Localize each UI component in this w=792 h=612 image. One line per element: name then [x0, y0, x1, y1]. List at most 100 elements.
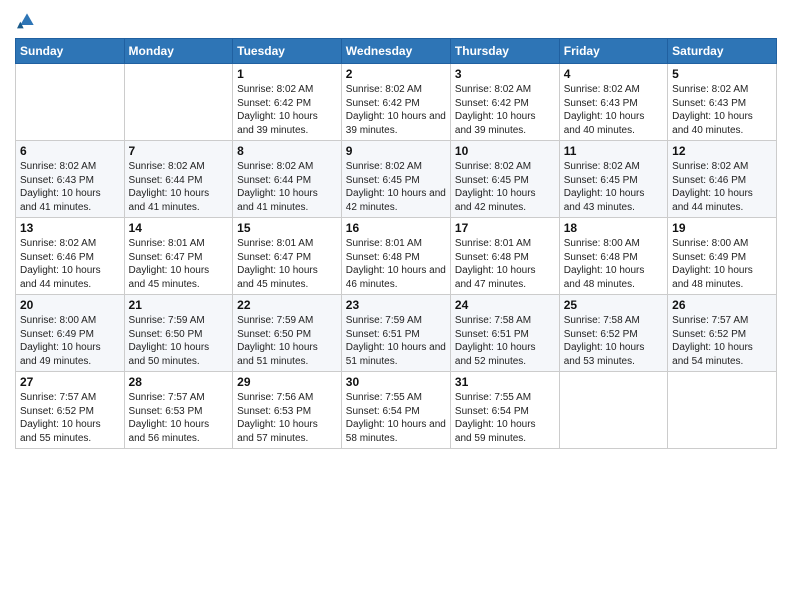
day-number: 28: [129, 375, 229, 389]
calendar-cell: 29 Sunrise: 7:56 AMSunset: 6:53 PMDayligh…: [233, 372, 342, 449]
calendar-table: SundayMondayTuesdayWednesdayThursdayFrid…: [15, 38, 777, 449]
header: [15, 10, 777, 30]
weekday-header: Monday: [124, 39, 233, 64]
calendar-cell: 25Sunrise: 7:58 AMSunset: 6:52 PMDayligh…: [559, 295, 667, 372]
calendar-cell: 2 Sunrise: 8:02 AMSunset: 6:42 PMDaylight…: [341, 64, 450, 141]
calendar-cell: 22 Sunrise: 7:59 AMSunset: 6:50 PMDayligh…: [233, 295, 342, 372]
weekday-header: Thursday: [450, 39, 559, 64]
cell-content: Sunrise: 8:00 AMSunset: 6:48 PMDaylight:…: [564, 237, 663, 291]
page: SundayMondayTuesdayWednesdayThursdayFrid…: [0, 0, 792, 612]
weekday-header: Wednesday: [341, 39, 450, 64]
calendar-cell: 30Sunrise: 7:55 AMSunset: 6:54 PMDayligh…: [341, 372, 450, 449]
day-number: 29: [237, 375, 337, 389]
day-number: 9: [346, 144, 446, 158]
cell-content: Sunrise: 7:58 AMSunset: 6:51 PMDaylight:…: [455, 314, 555, 368]
day-number: 1: [237, 67, 337, 81]
cell-content: Sunrise: 8:02 AMSunset: 6:42 PMDaylight:…: [237, 83, 337, 137]
day-number: 26: [672, 298, 772, 312]
cell-content: Sunrise: 8:02 AMSunset: 6:46 PMDaylight:…: [672, 160, 772, 214]
day-number: 6: [20, 144, 120, 158]
day-number: 18: [564, 221, 663, 235]
cell-content: Sunrise: 8:02 AMSunset: 6:43 PMDaylight:…: [20, 160, 120, 214]
day-number: 16: [346, 221, 446, 235]
weekday-header: Saturday: [668, 39, 777, 64]
calendar-cell: 15 Sunrise: 8:01 AMSunset: 6:47 PMDayligh…: [233, 218, 342, 295]
day-number: 19: [672, 221, 772, 235]
calendar-week-row: 27 Sunrise: 7:57 AMSunset: 6:52 PMDayligh…: [16, 372, 777, 449]
day-number: 2: [346, 67, 446, 81]
calendar-cell: 24Sunrise: 7:58 AMSunset: 6:51 PMDayligh…: [450, 295, 559, 372]
calendar-week-row: 1 Sunrise: 8:02 AMSunset: 6:42 PMDaylight…: [16, 64, 777, 141]
calendar-cell: 7Sunrise: 8:02 AMSunset: 6:44 PMDaylight…: [124, 141, 233, 218]
weekday-header-row: SundayMondayTuesdayWednesdayThursdayFrid…: [16, 39, 777, 64]
cell-content: Sunrise: 8:02 AMSunset: 6:45 PMDaylight:…: [346, 160, 446, 214]
calendar-cell: 31 Sunrise: 7:55 AMSunset: 6:54 PMDayligh…: [450, 372, 559, 449]
calendar-cell: [16, 64, 125, 141]
calendar-cell: 18 Sunrise: 8:00 AMSunset: 6:48 PMDayligh…: [559, 218, 667, 295]
cell-content: Sunrise: 7:55 AMSunset: 6:54 PMDaylight:…: [455, 391, 555, 445]
day-number: 3: [455, 67, 555, 81]
calendar-cell: 5 Sunrise: 8:02 AMSunset: 6:43 PMDaylight…: [668, 64, 777, 141]
cell-content: Sunrise: 8:01 AMSunset: 6:47 PMDaylight:…: [129, 237, 229, 291]
cell-content: Sunrise: 8:02 AMSunset: 6:43 PMDaylight:…: [564, 83, 663, 137]
cell-content: Sunrise: 7:59 AMSunset: 6:50 PMDaylight:…: [237, 314, 337, 368]
cell-content: Sunrise: 7:57 AMSunset: 6:53 PMDaylight:…: [129, 391, 229, 445]
calendar-cell: 20Sunrise: 8:00 AMSunset: 6:49 PMDayligh…: [16, 295, 125, 372]
cell-content: Sunrise: 8:02 AMSunset: 6:44 PMDaylight:…: [129, 160, 229, 214]
cell-content: Sunrise: 8:02 AMSunset: 6:45 PMDaylight:…: [564, 160, 663, 214]
calendar-cell: 16 Sunrise: 8:01 AMSunset: 6:48 PMDayligh…: [341, 218, 450, 295]
cell-content: Sunrise: 8:01 AMSunset: 6:47 PMDaylight:…: [237, 237, 337, 291]
calendar-cell: 1 Sunrise: 8:02 AMSunset: 6:42 PMDaylight…: [233, 64, 342, 141]
weekday-header: Sunday: [16, 39, 125, 64]
cell-content: Sunrise: 7:57 AMSunset: 6:52 PMDaylight:…: [672, 314, 772, 368]
calendar-cell: 21Sunrise: 7:59 AMSunset: 6:50 PMDayligh…: [124, 295, 233, 372]
day-number: 10: [455, 144, 555, 158]
cell-content: Sunrise: 7:56 AMSunset: 6:53 PMDaylight:…: [237, 391, 337, 445]
calendar-cell: [124, 64, 233, 141]
logo: [15, 10, 37, 30]
cell-content: Sunrise: 7:55 AMSunset: 6:54 PMDaylight:…: [346, 391, 446, 445]
cell-content: Sunrise: 7:57 AMSunset: 6:52 PMDaylight:…: [20, 391, 120, 445]
calendar-cell: 23Sunrise: 7:59 AMSunset: 6:51 PMDayligh…: [341, 295, 450, 372]
day-number: 17: [455, 221, 555, 235]
day-number: 20: [20, 298, 120, 312]
calendar-week-row: 20Sunrise: 8:00 AMSunset: 6:49 PMDayligh…: [16, 295, 777, 372]
day-number: 13: [20, 221, 120, 235]
day-number: 11: [564, 144, 663, 158]
cell-content: Sunrise: 8:02 AMSunset: 6:45 PMDaylight:…: [455, 160, 555, 214]
cell-content: Sunrise: 8:02 AMSunset: 6:42 PMDaylight:…: [455, 83, 555, 137]
day-number: 27: [20, 375, 120, 389]
day-number: 22: [237, 298, 337, 312]
calendar-cell: 4 Sunrise: 8:02 AMSunset: 6:43 PMDaylight…: [559, 64, 667, 141]
calendar-cell: 28 Sunrise: 7:57 AMSunset: 6:53 PMDayligh…: [124, 372, 233, 449]
cell-content: Sunrise: 8:02 AMSunset: 6:43 PMDaylight:…: [672, 83, 772, 137]
calendar-cell: 11 Sunrise: 8:02 AMSunset: 6:45 PMDayligh…: [559, 141, 667, 218]
calendar-cell: [559, 372, 667, 449]
day-number: 5: [672, 67, 772, 81]
day-number: 31: [455, 375, 555, 389]
calendar-cell: 12 Sunrise: 8:02 AMSunset: 6:46 PMDayligh…: [668, 141, 777, 218]
day-number: 8: [237, 144, 337, 158]
calendar-week-row: 6 Sunrise: 8:02 AMSunset: 6:43 PMDaylight…: [16, 141, 777, 218]
calendar-cell: 9 Sunrise: 8:02 AMSunset: 6:45 PMDaylight…: [341, 141, 450, 218]
calendar-cell: 27 Sunrise: 7:57 AMSunset: 6:52 PMDayligh…: [16, 372, 125, 449]
day-number: 12: [672, 144, 772, 158]
calendar-cell: [668, 372, 777, 449]
cell-content: Sunrise: 8:01 AMSunset: 6:48 PMDaylight:…: [455, 237, 555, 291]
calendar-cell: 26 Sunrise: 7:57 AMSunset: 6:52 PMDayligh…: [668, 295, 777, 372]
cell-content: Sunrise: 8:00 AMSunset: 6:49 PMDaylight:…: [672, 237, 772, 291]
calendar-cell: 10 Sunrise: 8:02 AMSunset: 6:45 PMDayligh…: [450, 141, 559, 218]
cell-content: Sunrise: 8:01 AMSunset: 6:48 PMDaylight:…: [346, 237, 446, 291]
calendar-cell: 19 Sunrise: 8:00 AMSunset: 6:49 PMDayligh…: [668, 218, 777, 295]
day-number: 15: [237, 221, 337, 235]
cell-content: Sunrise: 8:02 AMSunset: 6:44 PMDaylight:…: [237, 160, 337, 214]
calendar-cell: 14Sunrise: 8:01 AMSunset: 6:47 PMDayligh…: [124, 218, 233, 295]
weekday-header: Friday: [559, 39, 667, 64]
logo-icon: [17, 10, 37, 30]
cell-content: Sunrise: 8:02 AMSunset: 6:42 PMDaylight:…: [346, 83, 446, 137]
weekday-header: Tuesday: [233, 39, 342, 64]
day-number: 21: [129, 298, 229, 312]
day-number: 25: [564, 298, 663, 312]
day-number: 4: [564, 67, 663, 81]
calendar-cell: 17 Sunrise: 8:01 AMSunset: 6:48 PMDayligh…: [450, 218, 559, 295]
